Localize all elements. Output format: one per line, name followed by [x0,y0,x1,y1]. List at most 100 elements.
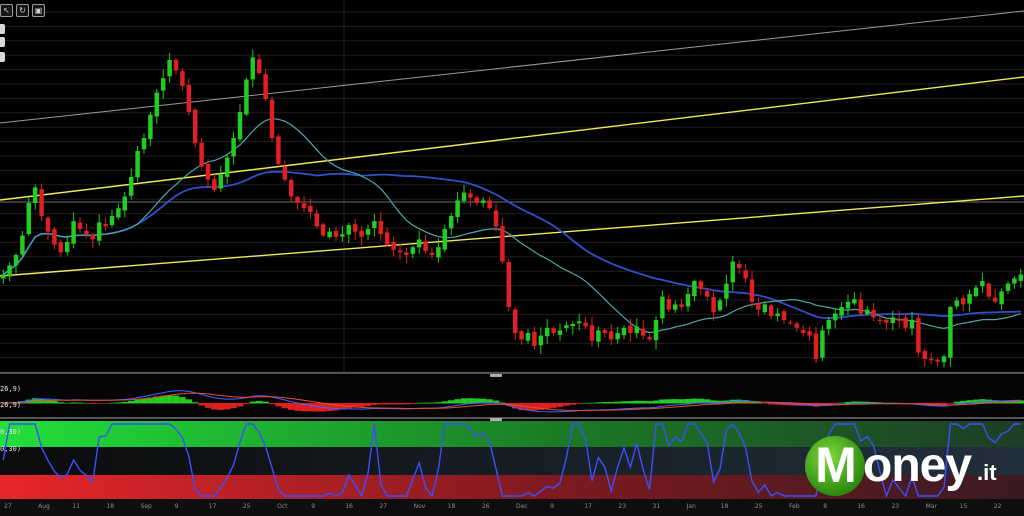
candle-body [45,217,51,232]
candle-body [589,325,595,341]
macd-histogram-bar [550,403,557,408]
macd-histogram-bar [358,403,365,407]
x-tick-label: 18 [720,503,729,510]
macd-histogram-bar [364,403,372,406]
candle-body [167,60,172,77]
macd-histogram-bar [563,403,570,406]
macd-histogram-bar [601,402,608,404]
candle-body [877,319,883,322]
candle-body [692,281,697,297]
candle-body [583,322,588,327]
candle-body [685,294,691,307]
chart-toolbar: ↖ ↻ ▣ [0,4,45,17]
candle-body [698,281,704,289]
x-tick-label: Sep [140,503,152,510]
candle-body [781,311,787,320]
candle-body [39,189,44,216]
candle-body [58,242,64,253]
candle-body [84,230,89,235]
candle-body [807,331,812,336]
candle-body [506,261,512,307]
candle-body [423,241,428,252]
macd-histogram-bar [115,402,122,404]
logo-letter-m: M [815,437,857,493]
candle-body [647,336,652,340]
macd-histogram-bar [665,399,672,404]
candle-body [282,166,288,180]
candle-body [487,200,492,209]
candle-body [154,92,160,117]
macd-histogram-bar [576,403,583,404]
macd-histogram-bar [377,403,384,405]
macd-histogram-bar [268,403,276,405]
candle-body [96,222,102,241]
candle-body [269,99,275,138]
macd-histogram-bar [953,401,960,404]
candle-body [909,320,915,329]
candle-body [756,303,761,310]
macd-histogram-bar [384,403,391,405]
macd-histogram-bar [89,403,96,404]
candle-body [762,304,768,313]
macd-histogram-bar [544,403,551,409]
candle-body [244,79,249,115]
macd-histogram-bar [454,399,461,404]
panel-splitter-handle[interactable] [490,418,502,421]
candle-body [538,335,544,346]
candle-body [199,142,204,167]
candle-body [768,305,774,317]
price-tag-marker[interactable] [0,37,5,47]
candle-body [948,307,953,358]
candle-body [941,356,947,363]
macd-signal-label: 26,9) [0,401,22,409]
candle-body [800,329,806,333]
oscillator-signal-label: 0,30) [0,445,22,453]
macd-histogram-bar [614,401,621,404]
macd-histogram-bar [761,403,768,404]
x-tick-label: Oct [277,503,288,510]
candle-body [231,138,236,157]
x-tick-label: 25 [754,503,763,510]
macd-histogram-bar [249,401,256,404]
candle-body [743,270,748,279]
candle-body [212,179,217,190]
candle-body [320,224,326,236]
price-tag-marker[interactable] [0,24,5,34]
candle-body [429,252,435,255]
candle-body [384,232,390,245]
candle-body [640,328,646,336]
candle-body [397,250,403,253]
x-tick-label: 26 [481,503,490,510]
candle-body [672,304,678,310]
macd-histogram-bar [185,399,192,404]
price-tag-marker[interactable] [0,52,5,62]
macd-histogram-bar [345,403,352,409]
macd-histogram-bar [409,403,416,404]
macd-histogram-bar [832,403,839,405]
macd-histogram-bar [646,401,653,404]
macd-histogram-bar [76,402,84,404]
refresh-tool-button[interactable]: ↻ [16,4,29,17]
candle-body [845,301,851,309]
x-tick-label: 17 [584,503,592,510]
candle-body [525,333,531,341]
candle-body [928,358,934,361]
cursor-tool-button[interactable]: ↖ [0,4,13,17]
candle-body [730,261,736,283]
panel-splitter-handle[interactable] [490,374,502,377]
candle-body [205,164,211,180]
candle-body [922,350,928,359]
macd-histogram-bar [755,402,762,404]
macd-histogram-bar [288,403,295,410]
candle-body [122,196,128,211]
candle-body [717,300,723,311]
macd-histogram-bar [556,403,564,407]
candle-body [826,320,832,329]
candle-body [736,263,742,268]
candle-body [461,192,467,201]
candle-body [896,319,902,321]
macd-histogram-bar [460,398,468,404]
screenshot-tool-button[interactable]: ▣ [32,4,45,17]
candle-body [980,281,985,287]
x-tick-label: 25 [242,503,251,510]
